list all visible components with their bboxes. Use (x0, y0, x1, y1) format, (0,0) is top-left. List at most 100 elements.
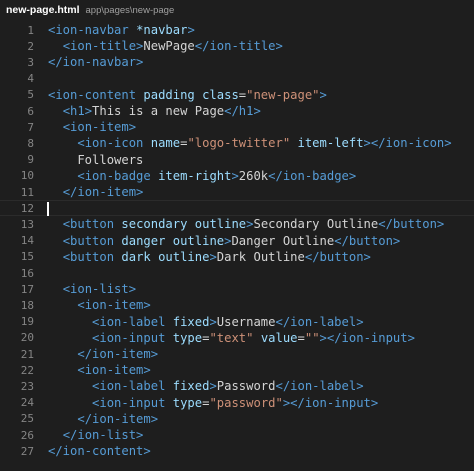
code-text[interactable]: </ion-list> (48, 428, 144, 443)
code-text[interactable]: <ion-title>NewPage</ion-title> (48, 39, 283, 53)
code-line[interactable]: 14 <button danger outline>Danger Outline… (0, 233, 474, 249)
code-token: This is a new Page (92, 104, 225, 119)
code-line[interactable]: 10 <ion-badge item-right>260k</ion-badge… (0, 168, 474, 184)
code-text[interactable]: <ion-list> (48, 282, 136, 296)
code-token: danger outline (121, 233, 225, 248)
code-line[interactable]: 7 <ion-item> (0, 119, 474, 135)
line-number: 26 (20, 428, 34, 442)
code-text[interactable]: <ion-item> (48, 298, 150, 312)
line-number: 11 (20, 185, 34, 199)
code-line[interactable]: 27 </ion-content> (0, 443, 474, 459)
line-number: 25 (20, 412, 34, 426)
code-line[interactable]: 19 <ion-label fixed>Username</ion-label> (0, 314, 474, 330)
code-token: </h1> (224, 104, 261, 119)
code-token: </ion-list> (62, 428, 144, 443)
code-text[interactable]: <ion-label fixed>Password</ion-label> (48, 379, 364, 393)
code-token: > (209, 314, 217, 329)
code-line[interactable]: 22 <ion-item> (0, 362, 474, 378)
code-text[interactable]: <ion-content padding class="new-page"> (48, 88, 327, 102)
code-text[interactable]: <ion-label fixed>Username</ion-label> (48, 315, 364, 329)
code-token: <ion-navbar (48, 23, 137, 38)
code-token: </ion-label> (275, 314, 364, 329)
code-token: <ion-item> (62, 120, 137, 135)
line-number: 18 (20, 298, 34, 312)
code-line[interactable]: 8 <ion-icon name="logo-twitter" item-lef… (0, 135, 474, 151)
code-line[interactable]: 23 <ion-label fixed>Password</ion-label> (0, 378, 474, 394)
code-text[interactable]: </ion-item> (48, 185, 144, 199)
code-token: item-right (158, 168, 232, 183)
code-text[interactable]: </ion-navbar> (48, 55, 143, 69)
code-token: <ion-content (48, 87, 144, 102)
code-text[interactable]: <ion-icon name="logo-twitter" item-left>… (48, 136, 451, 151)
code-token: > (319, 87, 327, 102)
code-line[interactable]: 3 </ion-navbar> (0, 54, 474, 70)
editor-tab-header[interactable]: new-page.html app\pages\new-page (0, 0, 474, 20)
code-token: Secondary Outline (253, 217, 379, 232)
code-token: dark outline (121, 249, 210, 264)
code-line[interactable]: 26 </ion-list> (0, 427, 474, 443)
code-text[interactable]: <ion-navbar *navbar> (48, 23, 195, 37)
code-token: <button (62, 233, 122, 248)
code-token: "logo-twitter" (187, 136, 291, 151)
code-line[interactable]: 12 (0, 200, 474, 217)
line-number: 7 (27, 120, 34, 134)
line-number: 23 (20, 379, 34, 393)
tab-filename[interactable]: new-page.html (6, 4, 80, 16)
code-line[interactable]: 15 <button dark outline>Dark Outline</bu… (0, 249, 474, 265)
code-text[interactable]: <ion-item> (48, 120, 136, 134)
code-token: > (209, 249, 217, 264)
line-number: 10 (20, 169, 34, 183)
line-number: 20 (20, 331, 34, 345)
code-line[interactable]: 17 <ion-list> (0, 281, 474, 297)
code-line[interactable]: 20 <ion-input type="text" value=""></ion… (0, 330, 474, 346)
code-token: </ion-title> (194, 39, 283, 54)
code-line[interactable]: 1 <ion-navbar *navbar> (0, 22, 474, 38)
code-text[interactable]: <button dark outline>Dark Outline</butto… (48, 250, 371, 264)
code-text[interactable]: </ion-item> (48, 347, 158, 361)
code-line[interactable]: 24 <ion-input type="password"></ion-inpu… (0, 395, 474, 411)
line-number: 5 (27, 88, 34, 102)
code-editor[interactable]: 1 <ion-navbar *navbar> 2 <ion-title>NewPag… (0, 22, 474, 471)
code-line[interactable]: 11 </ion-item> (0, 184, 474, 200)
tab-file-path: app\pages\new-page (85, 4, 175, 16)
code-token: > (187, 23, 195, 38)
code-line[interactable]: 2 <ion-title>NewPage</ion-title> (0, 38, 474, 54)
code-line[interactable]: 25 </ion-item> (0, 411, 474, 427)
code-text[interactable]: </ion-content> (48, 444, 151, 458)
code-text[interactable]: <ion-item> (48, 363, 150, 377)
code-line[interactable]: 4 (0, 71, 474, 87)
code-line[interactable]: 5 <ion-content padding class="new-page"> (0, 87, 474, 103)
code-text[interactable]: <ion-input type="text" value=""></ion-in… (48, 331, 415, 345)
line-number: 21 (20, 347, 34, 361)
code-text[interactable]: Followers (48, 153, 143, 167)
code-text[interactable]: <button secondary outline>Secondary Outl… (48, 217, 445, 232)
code-text[interactable]: <button danger outline>Danger Outline</b… (48, 233, 401, 248)
line-number: 9 (27, 153, 34, 167)
code-token: </button> (378, 217, 445, 232)
code-token: = (297, 330, 305, 345)
code-token: 260k (238, 168, 269, 183)
code-line[interactable]: 13 <button secondary outline>Secondary O… (0, 216, 474, 232)
code-text[interactable]: </ion-item> (48, 412, 158, 426)
code-token: > (209, 379, 217, 394)
code-text[interactable]: <ion-input type="password"></ion-input> (48, 396, 378, 410)
code-line[interactable]: 9 Followers (0, 152, 474, 168)
code-token: NewPage (143, 39, 195, 54)
code-line[interactable]: 6 <h1>This is a new Page</h1> (0, 103, 474, 119)
code-token: <ion-input (92, 395, 173, 410)
code-line[interactable]: 21 </ion-item> (0, 346, 474, 362)
text-cursor (47, 202, 49, 217)
code-text[interactable]: <ion-badge item-right>260k</ion-badge> (48, 169, 356, 183)
code-line[interactable]: 16 (0, 265, 474, 281)
code-line[interactable]: 18 <ion-item> (0, 297, 474, 313)
line-number: 8 (27, 136, 34, 150)
code-text[interactable]: <h1>This is a new Page</h1> (48, 104, 261, 118)
